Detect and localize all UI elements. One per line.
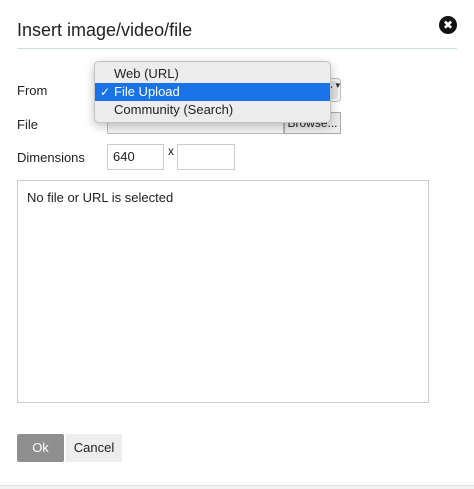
dropdown-item-community-search[interactable]: Community (Search) <box>95 101 330 119</box>
dialog-title: Insert image/video/file <box>17 20 193 40</box>
dropdown-item-label: Web (URL) <box>114 66 179 81</box>
from-dropdown-menu: Web (URL) ✓ File Upload Community (Searc… <box>94 61 331 123</box>
checkmark-icon: ✓ <box>100 85 111 99</box>
height-input[interactable] <box>177 144 235 170</box>
cancel-button[interactable]: Cancel <box>66 434 122 462</box>
close-icon[interactable]: ✖ <box>439 16 457 34</box>
insert-media-dialog: Insert image/video/file ✖ From ▲▼ File B… <box>0 0 474 486</box>
file-label: File <box>17 117 38 132</box>
title-divider <box>17 48 457 49</box>
preview-message: No file or URL is selected <box>27 190 174 205</box>
width-input[interactable]: 640 <box>107 144 164 170</box>
dropdown-item-web-url[interactable]: Web (URL) <box>95 65 330 83</box>
from-label: From <box>17 83 48 98</box>
preview-area: No file or URL is selected <box>17 180 429 403</box>
dimensions-label: Dimensions <box>17 150 85 165</box>
dropdown-item-label: File Upload <box>114 84 180 99</box>
dropdown-item-file-upload[interactable]: ✓ File Upload <box>95 83 330 101</box>
ok-button[interactable]: Ok <box>17 434 64 462</box>
dimension-separator: x <box>168 144 174 158</box>
dropdown-item-label: Community (Search) <box>114 102 234 117</box>
